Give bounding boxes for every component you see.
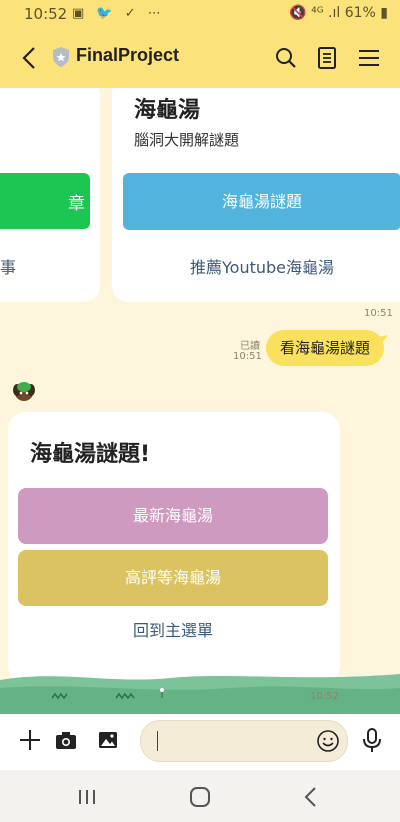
user-message-time: 10:51: [233, 351, 262, 362]
decorative-background: [0, 668, 400, 714]
back-to-main-menu-link[interactable]: 回到主選單: [18, 617, 328, 641]
chat-area[interactable]: 章 事 海龜湯 腦洞大開解謎題 海龜湯謎題 推薦Youtube海龜湯 10:51…: [0, 88, 400, 714]
message-time: 10:51: [364, 308, 393, 319]
carousel-card-subtitle: 腦洞大開解謎題: [134, 131, 240, 149]
bot-message-time: 10:52: [310, 691, 339, 702]
microphone-icon[interactable]: [358, 726, 386, 754]
turtle-soup-puzzle-button[interactable]: 海龜湯謎題: [123, 173, 400, 230]
bubble-tail: [378, 330, 388, 343]
carousel-card-title: 海龜湯: [134, 98, 201, 123]
menu-icon[interactable]: [353, 42, 385, 74]
back-arrow-icon[interactable]: [14, 42, 46, 74]
system-status-icons: 🔇 ⁴ᴳ .ıl 61% ▮: [289, 5, 388, 21]
carousel-left-button-label: 章: [68, 194, 85, 214]
home-icon[interactable]: [186, 783, 214, 811]
emoji-icon[interactable]: [315, 728, 341, 754]
camera-icon[interactable]: [52, 726, 80, 754]
carousel-left-button[interactable]: 章: [0, 173, 90, 229]
notes-icon[interactable]: [311, 42, 343, 74]
user-message-bubble[interactable]: 看海龜湯謎題: [266, 330, 384, 366]
status-time: 10:52: [24, 5, 68, 23]
chat-title[interactable]: FinalProject: [76, 45, 179, 66]
high-rated-turtle-soup-button[interactable]: 高評等海龜湯: [18, 550, 328, 606]
shield-icon: [52, 46, 70, 68]
bot-menu-card: 海龜湯謎題! 最新海龜湯 高評等海龜湯 回到主選單: [8, 412, 340, 684]
image-icon[interactable]: [94, 726, 122, 754]
back-icon[interactable]: [298, 784, 324, 810]
bot-card-title: 海龜湯謎題!: [30, 442, 151, 467]
status-bar: 10:52 ▣ 🐦 ✓ ⋯ 🔇 ⁴ᴳ .ıl 61% ▮: [0, 0, 400, 28]
latest-turtle-soup-button[interactable]: 最新海龜湯: [18, 488, 328, 544]
bot-avatar-icon[interactable]: [10, 378, 38, 404]
recent-apps-icon[interactable]: [74, 784, 100, 810]
youtube-recommend-link[interactable]: 推薦Youtube海龜湯: [112, 254, 400, 278]
app-bar: FinalProject: [0, 28, 400, 88]
message-input[interactable]: [140, 720, 348, 762]
plus-icon[interactable]: [16, 726, 44, 754]
input-bar: [0, 714, 400, 770]
search-icon[interactable]: [270, 42, 302, 74]
notification-icons: ▣ 🐦 ✓ ⋯: [72, 6, 165, 21]
text-caret: [157, 731, 158, 751]
carousel-left-link[interactable]: 事: [0, 254, 16, 278]
system-nav-bar: [0, 770, 400, 822]
read-label: 已讀: [240, 341, 260, 352]
